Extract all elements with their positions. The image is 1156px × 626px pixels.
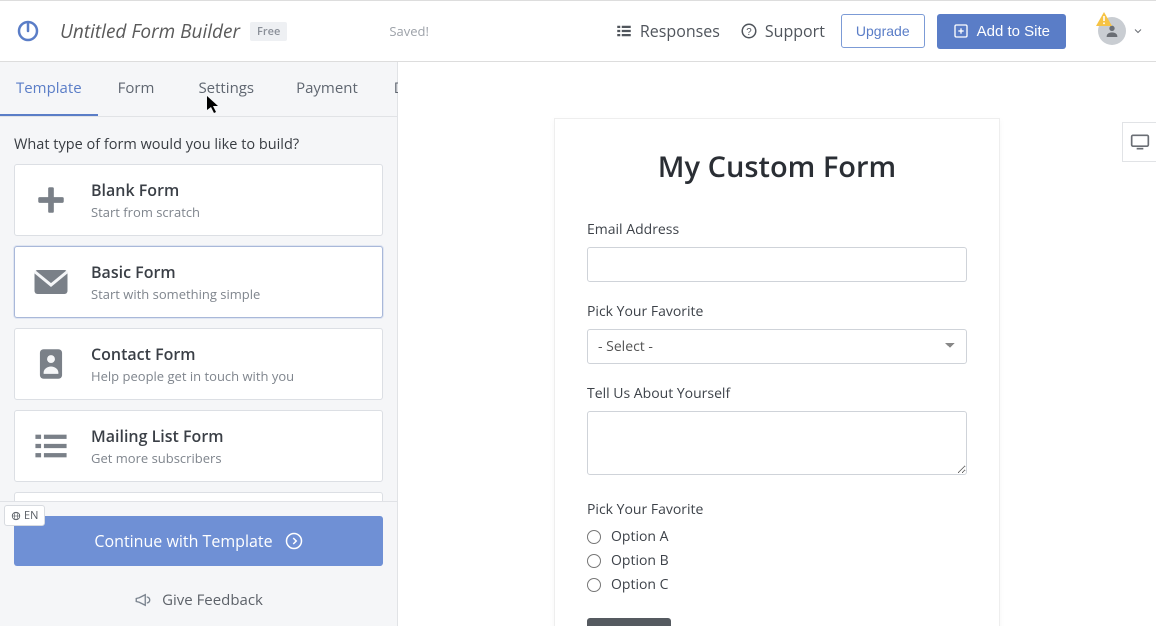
form-preview-card: My Custom Form Email Address Pick Your F… xyxy=(554,118,1000,626)
field-label-radio: Pick Your Favorite xyxy=(587,500,967,519)
chevron-down-icon xyxy=(1132,25,1144,37)
alert-icon xyxy=(1096,9,1112,31)
submit-button[interactable]: Submit xyxy=(587,618,671,626)
feedback-link[interactable]: Give Feedback xyxy=(0,580,397,626)
template-contact[interactable]: Contact Form Help people get in touch wi… xyxy=(14,328,383,400)
add-to-site-label: Add to Site xyxy=(977,23,1050,40)
form-heading: My Custom Form xyxy=(587,147,967,186)
responses-link[interactable]: Responses xyxy=(611,14,724,48)
continue-label: Continue with Template xyxy=(94,530,272,552)
template-name: Mailing List Form xyxy=(91,425,223,447)
envelope-icon xyxy=(29,262,73,302)
arrow-right-circle-icon xyxy=(285,532,303,550)
plan-badge: Free xyxy=(250,22,287,41)
template-name: Blank Form xyxy=(91,179,200,201)
template-name: Basic Form xyxy=(91,261,260,283)
radio-option-b[interactable] xyxy=(587,554,601,568)
contact-icon xyxy=(29,344,73,384)
radio-label: Option B xyxy=(611,551,669,570)
template-basic[interactable]: Basic Form Start with something simple xyxy=(14,246,383,318)
save-status: Saved! xyxy=(389,22,429,40)
radio-label: Option C xyxy=(611,575,668,594)
language-badge[interactable]: EN xyxy=(4,505,45,526)
field-label-email: Email Address xyxy=(587,220,967,239)
sidebar: Template Form Settings Payment Design Wh… xyxy=(0,62,398,626)
form-title[interactable]: Untitled Form Builder xyxy=(60,18,240,44)
add-to-site-button[interactable]: Add to Site xyxy=(937,14,1066,49)
favorite-select[interactable]: - Select - xyxy=(587,329,967,364)
radio-label: Option A xyxy=(611,527,668,546)
svg-text:?: ? xyxy=(746,27,752,38)
template-mailing[interactable]: Mailing List Form Get more subscribers xyxy=(14,410,383,482)
language-code: EN xyxy=(24,508,38,523)
radio-option-c[interactable] xyxy=(587,578,601,592)
template-desc: Start with something simple xyxy=(91,285,260,303)
continue-button[interactable]: Continue with Template xyxy=(14,516,383,566)
help-icon: ? xyxy=(740,22,758,40)
about-textarea[interactable] xyxy=(587,411,967,475)
radio-option-a[interactable] xyxy=(587,530,601,544)
email-input[interactable] xyxy=(587,247,967,282)
support-label: Support xyxy=(765,20,825,42)
desktop-icon xyxy=(1130,133,1150,151)
template-name: Contact Form xyxy=(91,343,294,365)
template-desc: Get more subscribers xyxy=(91,449,223,467)
upgrade-button[interactable]: Upgrade xyxy=(841,14,925,48)
plus-square-icon xyxy=(953,23,969,39)
field-label-textarea: Tell Us About Yourself xyxy=(587,384,967,403)
field-label-select: Pick Your Favorite xyxy=(587,302,967,321)
template-desc: Start from scratch xyxy=(91,203,200,221)
support-link[interactable]: ? Support xyxy=(736,14,829,48)
feedback-label: Give Feedback xyxy=(162,590,263,610)
megaphone-icon xyxy=(134,591,152,609)
template-list: Blank Form Start from scratch Basic Form… xyxy=(0,164,397,501)
tab-template[interactable]: Template xyxy=(0,62,98,116)
account-menu[interactable] xyxy=(1098,17,1144,45)
app-logo xyxy=(16,19,40,43)
responses-label: Responses xyxy=(640,20,720,42)
tab-form[interactable]: Form xyxy=(98,62,175,116)
template-order[interactable]: Order Form Take orders through your webs… xyxy=(14,492,383,501)
template-desc: Help people get in touch with you xyxy=(91,367,294,385)
sidebar-tabs: Template Form Settings Payment Design xyxy=(0,62,397,117)
globe-icon xyxy=(11,511,21,521)
list-lines-icon xyxy=(29,426,73,466)
list-icon xyxy=(615,22,633,40)
tab-settings[interactable]: Settings xyxy=(174,62,278,116)
plus-icon xyxy=(29,180,73,220)
preview-pane: My Custom Form Email Address Pick Your F… xyxy=(398,62,1156,626)
tab-payment[interactable]: Payment xyxy=(278,62,376,116)
template-question: What type of form would you like to buil… xyxy=(0,117,397,164)
template-blank[interactable]: Blank Form Start from scratch xyxy=(14,164,383,236)
device-toggle[interactable] xyxy=(1122,122,1156,162)
